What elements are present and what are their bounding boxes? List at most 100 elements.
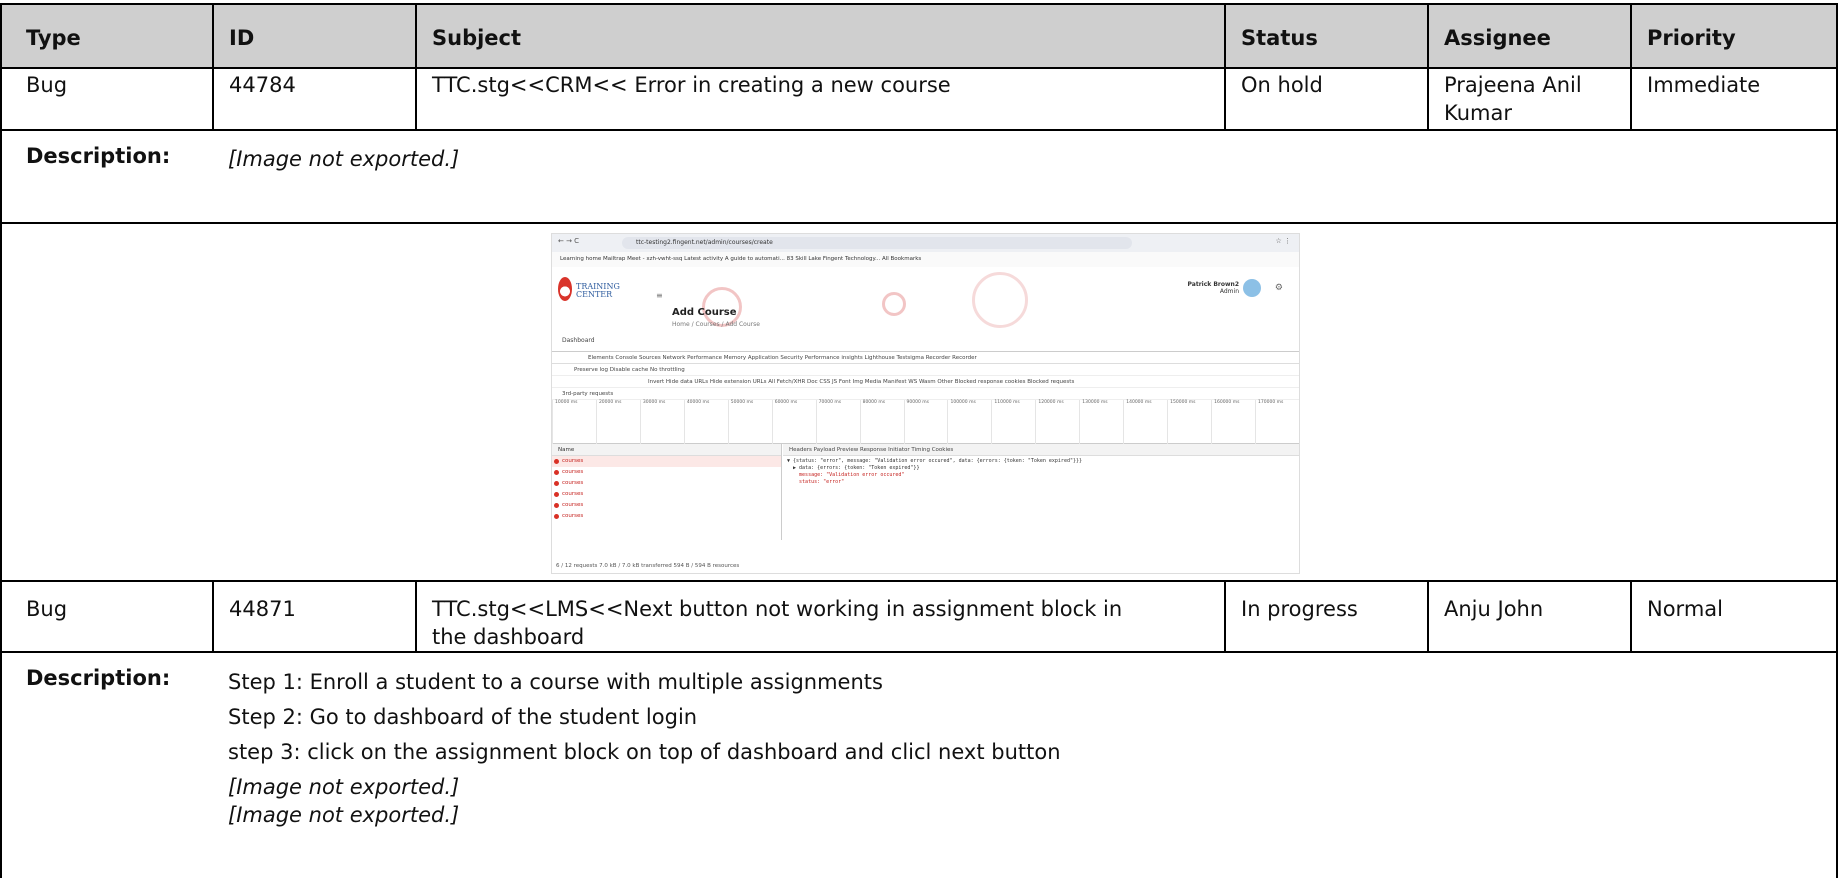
network-filter-bar: Invert Hide data URLs Hide extension URL… <box>552 376 1299 388</box>
issue-subject: TTC.stg<<LMS<<Next button not working in… <box>432 597 1123 649</box>
attached-screenshot: ← → C ttc-testing2.fingent.net/admin/cou… <box>551 233 1300 574</box>
timeline-tick: 20000 ms <box>595 400 640 444</box>
training-center-logo: TRAINING CENTER <box>558 277 628 307</box>
hamburger-icon: ≡ <box>656 291 663 300</box>
issue-subject: TTC.stg<<CRM<< Error in creating a new c… <box>432 73 951 97</box>
image-not-exported-note: [Image not exported.] <box>228 775 460 799</box>
issue-id: 44871 <box>229 597 296 621</box>
breadcrumb: Home / Courses / Add Course <box>672 321 760 328</box>
column-border <box>212 580 214 652</box>
network-timeline: 10000 ms 20000 ms 30000 ms 40000 ms 50000 ms… <box>552 400 1299 444</box>
devtools-panel: Elements Console Sources Network Perform… <box>552 351 1299 573</box>
bookmarks-bar: Learning home Mailtrap Meet - xzh-vwht-s… <box>552 252 1299 267</box>
table-header-row: Type ID Subject Status Assignee Priority <box>0 4 1838 68</box>
issue-status: On hold <box>1241 73 1323 97</box>
description-row: Description: [Image not exported.] <box>0 130 1838 223</box>
timeline-tick: 110000 ms <box>991 400 1035 444</box>
nav-arrows-icon: ← → C <box>558 237 580 245</box>
border <box>0 651 1838 653</box>
response-preview: Headers Payload Preview Response Initiat… <box>783 444 1299 540</box>
user-role: Admin <box>1219 288 1239 295</box>
table-row: Bug 44784 TTC.stg<<CRM<< Error in creati… <box>0 68 1838 130</box>
timeline-tick: 50000 ms <box>727 400 772 444</box>
preview-line: ▶ data: {errors: {token: "Token expired"… <box>787 465 920 471</box>
timeline-tick: 100000 ms <box>947 400 991 444</box>
timeline-tick: 130000 ms <box>1079 400 1123 444</box>
column-border <box>1427 3 1429 130</box>
request-list: Name courses courses courses courses cou… <box>552 444 782 540</box>
description-step: Step 2: Go to dashboard of the student l… <box>228 705 698 729</box>
border <box>0 222 1838 224</box>
issue-type: Bug <box>26 73 68 97</box>
header-type: Type <box>26 26 81 50</box>
timeline-tick: 40000 ms <box>683 400 728 444</box>
network-toolbar: Preserve log Disable cache No throttling <box>552 364 1299 376</box>
description-label: Description: <box>26 144 171 168</box>
issue-assignee: Prajeena Anil Kumar <box>1444 73 1582 125</box>
settings-icon: ⚙ <box>1274 283 1283 293</box>
timeline-tick: 10000 ms <box>552 400 596 444</box>
logo-drop-icon <box>558 277 572 301</box>
dashboard-link: Dashboard <box>562 337 595 344</box>
issue-id: 44784 <box>229 73 296 97</box>
timeline-tick: 90000 ms <box>903 400 948 444</box>
list-item: courses <box>552 489 781 500</box>
column-border <box>212 3 214 130</box>
border <box>0 580 1838 582</box>
table-row: Bug 44871 TTC.stg<<LMS<<Next button not … <box>0 581 1838 652</box>
timeline-tick: 120000 ms <box>1035 400 1079 444</box>
timeline-tick: 60000 ms <box>771 400 816 444</box>
timeline-tick: 70000 ms <box>815 400 860 444</box>
border <box>0 3 1838 5</box>
description-label: Description: <box>26 666 171 690</box>
preview-line: message: "Validation error occured" <box>787 472 905 478</box>
url-field: ttc-testing2.fingent.net/admin/courses/c… <box>622 237 1132 249</box>
timeline-tick: 80000 ms <box>859 400 904 444</box>
column-border <box>415 580 417 652</box>
issue-report-page: Type ID Subject Status Assignee Priority… <box>0 0 1843 878</box>
user-name: Patrick Brown2 <box>1187 281 1239 288</box>
timeline-tick: 150000 ms <box>1167 400 1211 444</box>
header-priority: Priority <box>1647 26 1736 50</box>
issue-priority: Immediate <box>1647 73 1761 97</box>
column-border <box>1427 580 1429 652</box>
third-party-checkbox: 3rd-party requests <box>552 388 1299 400</box>
timeline-tick: 160000 ms <box>1211 400 1255 444</box>
column-border <box>1224 3 1226 130</box>
image-not-exported-note: [Image not exported.] <box>228 803 460 827</box>
browser-menu-icon: ☆ ⋮ <box>1275 237 1291 245</box>
preview-line: ▼ {status: "error", message: "Validation… <box>787 458 1083 464</box>
preview-line: status: "error" <box>787 479 845 485</box>
timeline-tick: 170000 ms <box>1255 400 1299 444</box>
avatar <box>1243 279 1261 297</box>
column-border <box>1224 580 1226 652</box>
timeline-tick: 140000 ms <box>1123 400 1167 444</box>
preview-tabs: Headers Payload Preview Response Initiat… <box>783 444 1299 456</box>
border <box>0 67 1838 69</box>
header-status: Status <box>1241 26 1318 50</box>
header-assignee: Assignee <box>1444 26 1551 50</box>
logo-text: TRAINING CENTER <box>576 282 620 299</box>
decor-circle <box>882 292 906 316</box>
app-header: TRAINING CENTER ≡ Add Course Home / Cour… <box>552 267 1299 351</box>
list-item: courses <box>552 500 781 511</box>
border <box>0 129 1838 131</box>
description-step: Step 1: Enroll a student to a course wit… <box>228 670 883 694</box>
name-column-header: Name <box>552 444 781 456</box>
list-item: courses <box>552 511 781 522</box>
decor-circle <box>972 272 1028 328</box>
browser-address-bar: ← → C ttc-testing2.fingent.net/admin/cou… <box>552 234 1299 252</box>
list-item: courses <box>552 478 781 489</box>
image-not-exported-note: [Image not exported.] <box>228 147 460 171</box>
description-row: Description: Step 1: Enroll a student to… <box>0 652 1838 878</box>
devtools-tabs: Elements Console Sources Network Perform… <box>552 352 1299 364</box>
header-id: ID <box>229 26 255 50</box>
header-subject: Subject <box>432 26 522 50</box>
description-step: step 3: click on the assignment block on… <box>228 740 1061 764</box>
list-item: courses <box>552 456 781 467</box>
list-item: courses <box>552 467 781 478</box>
column-border <box>415 3 417 130</box>
add-course-title: Add Course <box>672 307 737 318</box>
column-border <box>1630 580 1632 652</box>
user-info: Patrick Brown2 Admin <box>1188 281 1239 295</box>
